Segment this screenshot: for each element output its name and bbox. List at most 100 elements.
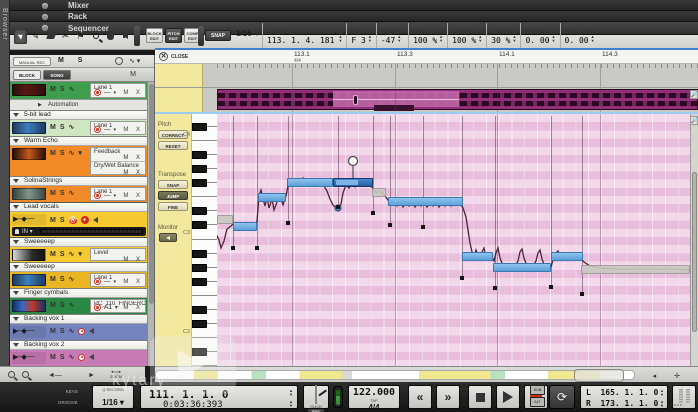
- lane-record-icon[interactable]: [78, 353, 86, 361]
- collapse-triangle-icon[interactable]: [13, 139, 19, 143]
- device-image[interactable]: [12, 122, 46, 134]
- pitch-note-selected[interactable]: [333, 178, 373, 187]
- track-solo-button[interactable]: S: [60, 190, 65, 197]
- lane-record-icon[interactable]: [94, 126, 101, 133]
- black-key[interactable]: [192, 249, 207, 258]
- lane-record-icon[interactable]: [78, 327, 86, 335]
- lane-mute-delete[interactable]: M X: [123, 193, 143, 199]
- lane-value[interactable]: —: [104, 89, 111, 96]
- browser-tab[interactable]: Browser: [0, 0, 10, 366]
- field-value[interactable]: 0. 00: [525, 36, 549, 45]
- rack-titlebar[interactable]: Rack: [10, 11, 698, 22]
- device-image[interactable]: [12, 148, 46, 160]
- lane-automation-icon[interactable]: ∿: [69, 124, 75, 131]
- track-mute-button[interactable]: M: [50, 354, 56, 361]
- lane-record-icon[interactable]: [94, 304, 101, 311]
- param-lane[interactable]: Feedback M X: [91, 148, 145, 162]
- panel-divider-handle[interactable]: [134, 26, 140, 46]
- window-dot-icon[interactable]: [42, 14, 48, 20]
- track-name-header[interactable]: Sweeeeep: [10, 263, 148, 272]
- expand-icon[interactable]: ▾: [78, 150, 82, 157]
- black-key[interactable]: [192, 151, 207, 160]
- audio-clip[interactable]: [217, 89, 698, 111]
- field-value[interactable]: 0. 00: [565, 36, 589, 45]
- track-name-header[interactable]: Lead vocals: [10, 203, 148, 212]
- note-boundary-marker[interactable]: [460, 276, 464, 280]
- lane-mute-delete[interactable]: M X: [123, 90, 143, 96]
- track-list-scrollbar[interactable]: [147, 82, 154, 366]
- overview-markers[interactable]: ◂ ✛: [653, 372, 688, 380]
- black-key[interactable]: [192, 305, 207, 314]
- mute-tool[interactable]: ⚑: [74, 29, 87, 44]
- block-mode-button[interactable]: BLOCK: [13, 70, 41, 80]
- track-solo-button[interactable]: S: [60, 150, 65, 157]
- song-mode-button[interactable]: SONG: [43, 70, 71, 80]
- track-mute-button[interactable]: M: [50, 86, 56, 93]
- field-stepper[interactable]: ▲ ▼: [368, 34, 372, 43]
- collapse-triangle-icon[interactable]: [13, 291, 19, 295]
- manual-rec-button[interactable]: MANUAL REC: [13, 57, 51, 66]
- lane-value[interactable]: A1: [104, 304, 112, 311]
- lane-mute-delete[interactable]: M X: [123, 155, 143, 161]
- song-time-value[interactable]: 0:03:36:393: [163, 400, 223, 410]
- close-pitch-edit-button[interactable]: ✕ CLOSE: [159, 52, 188, 61]
- monitor-speaker-icon[interactable]: [89, 328, 95, 335]
- lane-mute-delete[interactable]: M X: [123, 127, 143, 133]
- lane-value[interactable]: —: [104, 126, 111, 133]
- field-value[interactable]: 100 %: [413, 36, 437, 45]
- fast-forward-button[interactable]: »: [436, 385, 460, 409]
- pitch-note-unvoiced[interactable]: [581, 265, 690, 274]
- note-boundary-marker[interactable]: [549, 285, 553, 289]
- expand-icon[interactable]: ▾: [78, 251, 82, 258]
- track-warm-echo[interactable]: Warm Echo M S ∿ ▾ Feedback M X Dry/Wet Balance M…: [10, 137, 148, 176]
- lane-panel[interactable]: PC_110_FINGERCYMB...A1▾M X: [90, 299, 146, 313]
- pitch-grid-scrollbar[interactable]: [690, 114, 698, 366]
- q-record-label[interactable]: Q RECORD: [93, 387, 133, 392]
- device-image[interactable]: [12, 188, 46, 200]
- field-stepper[interactable]: ▲ ▼: [478, 34, 482, 43]
- black-key[interactable]: [192, 165, 207, 174]
- automation-row[interactable]: ▶ Automation: [10, 99, 148, 110]
- pitch-note-voiced[interactable]: [233, 222, 257, 231]
- vibrato-handle[interactable]: [347, 155, 359, 167]
- note-boundary-marker[interactable]: [255, 246, 259, 250]
- lane-panel[interactable]: Lane 1— ▾ M X: [90, 273, 146, 287]
- tempo-value[interactable]: 122.000: [349, 387, 399, 398]
- edit-mode-block-edit[interactable]: BLOCK EDIT: [146, 28, 163, 43]
- field-stepper[interactable]: ▲ ▼: [591, 34, 595, 43]
- razor-tool[interactable]: ✂: [59, 29, 72, 44]
- field-value[interactable]: 113. 1. 4. 181: [267, 36, 334, 45]
- field-value[interactable]: F 3: [351, 36, 365, 45]
- lane-panel[interactable]: Lane 1— ▾ M X: [90, 187, 146, 201]
- track-mute-button[interactable]: M: [50, 124, 56, 131]
- track-finger-cymbals[interactable]: Finger cymbalsMS∿PC_110_FINGERCYMB...A1▾…: [10, 289, 148, 314]
- lane-mute-delete[interactable]: M X: [123, 170, 143, 176]
- lane-dropdown-icon[interactable]: ▾: [115, 305, 118, 311]
- track-unnamed[interactable]: M S ∿ Lane 1— ▾ M X ▶ Automation: [10, 82, 148, 110]
- piano-keyboard[interactable]: C4 C3 C2: [183, 114, 217, 367]
- black-key[interactable]: [192, 123, 207, 132]
- monitor-speaker-button[interactable]: [159, 233, 177, 242]
- input-select[interactable]: IN ▾: [22, 228, 33, 235]
- pitch-reset-button[interactable]: RESET: [158, 141, 188, 150]
- monitor-speaker-icon[interactable]: [92, 217, 98, 224]
- note-boundary-marker[interactable]: [231, 246, 235, 250]
- transpose-fine-button[interactable]: FINE: [158, 202, 188, 211]
- pencil-tool[interactable]: ✎: [29, 29, 42, 44]
- scroll-left-icon[interactable]: ◄—: [48, 372, 62, 379]
- field-stepper[interactable]: ▲ ▼: [338, 34, 342, 43]
- snap-button[interactable]: SNAP: [205, 30, 231, 41]
- lane-dropdown-icon[interactable]: ▾: [114, 193, 117, 199]
- lane-record-icon[interactable]: [94, 89, 101, 96]
- field-stepper[interactable]: ▲ ▼: [439, 34, 443, 43]
- master-mute-label[interactable]: M: [130, 71, 136, 78]
- param-lane-panel[interactable]: Level M X: [90, 248, 146, 263]
- note-boundary-marker[interactable]: [421, 225, 425, 229]
- track-mute-button[interactable]: M: [50, 190, 56, 197]
- track-name-header[interactable]: Finger cymbals: [10, 289, 148, 298]
- collapse-triangle-icon[interactable]: [13, 240, 19, 244]
- track-mute-button[interactable]: M: [50, 251, 56, 258]
- keys-label[interactable]: KEYS: [58, 387, 78, 398]
- zoom-widget[interactable]: ◄▭► ZOOM: [110, 369, 122, 379]
- param-lane[interactable]: Level M X: [91, 249, 145, 263]
